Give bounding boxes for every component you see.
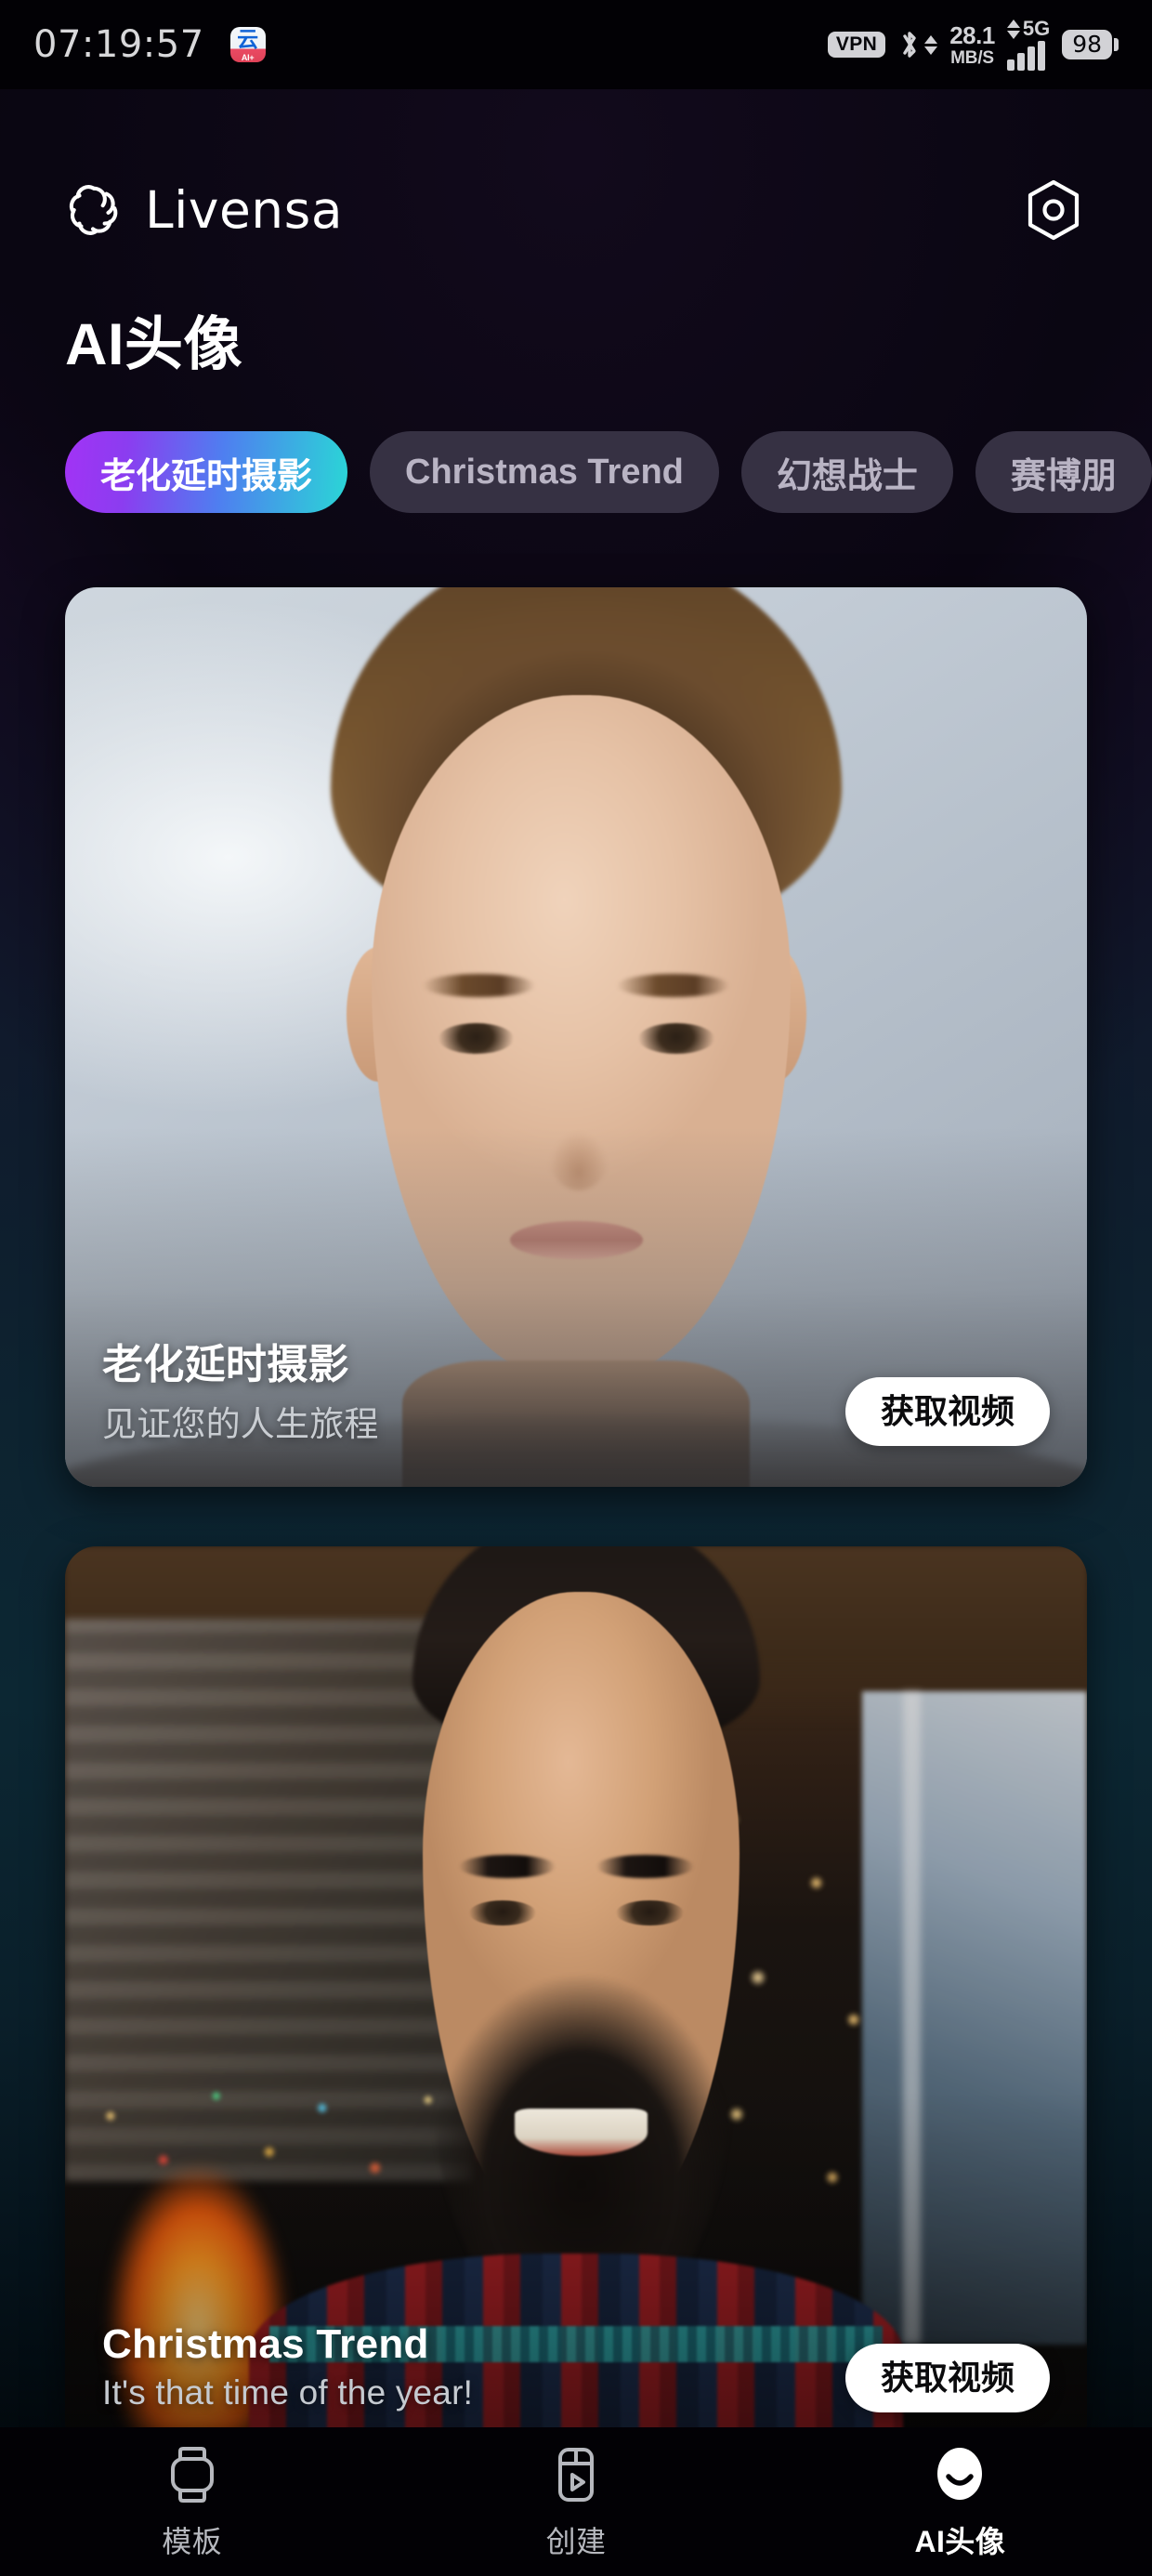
bottom-navigation-bar: 模板 创建 AI头像 [0, 2427, 1152, 2576]
nav-label: 创建 [545, 2525, 607, 2558]
get-video-button[interactable]: 获取视频 [844, 1377, 1050, 1446]
bluetooth-glyph [903, 32, 916, 58]
nav-label: 模板 [162, 2525, 223, 2558]
data-transfer-arrows-icon [1006, 19, 1020, 39]
template-watch-icon [165, 2444, 219, 2505]
app-icon-tag: AI+ [241, 53, 255, 62]
network-speed-unit: MB/S [950, 47, 994, 68]
card-title: Christmas Trend [102, 2321, 429, 2367]
network-speed: 28.1 MB/S [949, 23, 995, 67]
signal-bars-icon [1006, 41, 1045, 71]
status-bar-left: 07:19:57 云 AI+ [33, 23, 266, 66]
vpn-badge: VPN [827, 32, 886, 58]
bluetooth-transfer-arrows-icon [924, 34, 938, 55]
nav-label: AI头像 [914, 2525, 1006, 2558]
nav-item-create[interactable]: 创建 [386, 2444, 766, 2561]
brand: Livensa [65, 180, 343, 240]
status-bar-right: VPN 28.1 MB/S 5G 98 [827, 17, 1119, 71]
template-card-aging-timelapse[interactable]: 老化延时摄影 见证您的人生旅程 获取视频 [65, 587, 1087, 1487]
app-header: Livensa [0, 156, 1152, 264]
hexagon-settings-icon [1028, 179, 1080, 241]
battery-cap [1114, 38, 1119, 51]
card-subtitle: 见证您的人生旅程 [102, 1405, 379, 1443]
template-card-christmas-trend[interactable]: Christmas Trend It's that time of the ye… [65, 1546, 1087, 2453]
card-copy: 老化延时摄影 见证您的人生旅程 [102, 1331, 379, 1446]
nav-item-templates[interactable]: 模板 [2, 2444, 382, 2561]
create-video-play-icon [552, 2444, 600, 2505]
card-footer: 老化延时摄影 见证您的人生旅程 获取视频 [65, 1331, 1087, 1487]
page-title: AI头像 [65, 312, 242, 377]
smiley-face-avatar-icon [932, 2444, 988, 2505]
bluetooth-icon [897, 27, 938, 62]
card-copy: Christmas Trend It's that time of the ye… [102, 2321, 473, 2412]
battery-level: 98 [1062, 30, 1112, 59]
app-icon-glyph: 云 [237, 28, 259, 52]
settings-button[interactable] [1016, 173, 1091, 247]
category-chip-row[interactable]: 老化延时摄影 Christmas Trend 幻想战士 赛博朋 [0, 429, 1152, 515]
get-video-button[interactable]: 获取视频 [844, 2344, 1050, 2412]
chip-cyberpunk[interactable]: 赛博朋 [975, 431, 1152, 513]
livensa-braided-ring-logo [69, 185, 118, 235]
status-bar: 07:19:57 云 AI+ VPN 28.1 MB/S 5G 98 [0, 0, 1152, 89]
battery-indicator: 98 [1062, 30, 1119, 59]
mobile-network-indicator: 5G [1006, 17, 1051, 71]
network-speed-value: 28.1 [949, 20, 995, 49]
nav-item-ai-avatar[interactable]: AI头像 [770, 2444, 1150, 2561]
status-time: 07:19:57 [33, 23, 204, 66]
notification-app-icon: 云 AI+ [229, 27, 266, 62]
app-screen: 07:19:57 云 AI+ VPN 28.1 MB/S 5G 98 Liven… [0, 0, 1152, 2576]
chip-christmas-trend[interactable]: Christmas Trend [370, 431, 719, 513]
network-type-row: 5G [1006, 17, 1051, 40]
chip-aging-timelapse[interactable]: 老化延时摄影 [65, 431, 348, 513]
network-type-label: 5G [1022, 17, 1051, 40]
card-subtitle: It's that time of the year! [102, 2373, 474, 2412]
chip-fantasy-warrior[interactable]: 幻想战士 [740, 431, 953, 513]
brand-name: Livensa [145, 180, 344, 240]
card-title: 老化延时摄影 [102, 1342, 349, 1387]
